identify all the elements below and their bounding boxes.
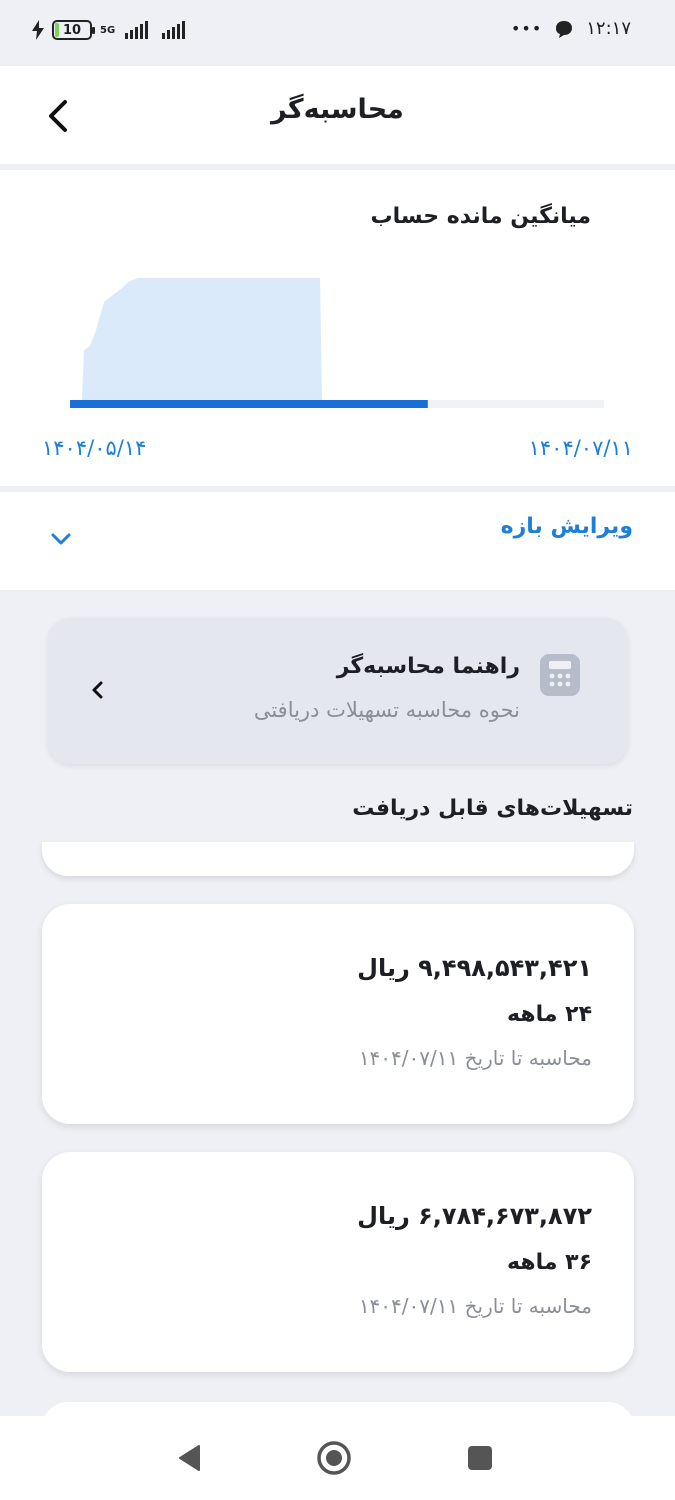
balance-area xyxy=(82,278,322,400)
recents-square-icon xyxy=(468,1446,492,1470)
network-type: 5G xyxy=(100,24,116,36)
guide-subtitle: نحوه محاسبه تسهیلات دریافتی xyxy=(253,698,520,722)
home-circle-icon xyxy=(317,1441,351,1475)
status-left: 10 5G xyxy=(32,20,186,40)
battery-fill xyxy=(55,23,59,37)
loan-card[interactable]: ۹,۴۹۸,۵۴۳,۴۲۱ ریال ۲۴ ماهه محاسبه تا تار… xyxy=(42,904,634,1124)
battery-level: 10 xyxy=(62,22,82,38)
signal-icon xyxy=(125,21,149,39)
loan-amount: ۹,۴۹۸,۵۴۳,۴۲۱ ریال xyxy=(357,954,592,982)
signal-icon xyxy=(162,21,186,39)
edit-range-label[interactable]: ویرایش بازه xyxy=(501,514,633,539)
loan-calc-note: محاسبه تا تاریخ ۱۴۰۴/۰۷/۱۱ xyxy=(358,1294,592,1318)
status-bar: 10 5G ••• ۱۲:۱۷ xyxy=(0,0,675,66)
loan-term: ۳۶ ماهه xyxy=(507,1250,592,1275)
nav-back-button[interactable] xyxy=(170,1438,210,1478)
calculator-icon xyxy=(540,654,580,696)
more-dots-icon: ••• xyxy=(510,19,543,38)
system-nav-bar xyxy=(0,1416,675,1500)
start-date: ۱۴۰۴/۰۵/۱۴ xyxy=(42,436,147,460)
list-item[interactable] xyxy=(42,842,634,876)
message-icon xyxy=(556,20,573,38)
end-date: ۱۴۰۴/۰۷/۱۱ xyxy=(528,436,633,460)
loan-amount: ۶,۷۸۴,۶۷۳,۸۷۲ ریال xyxy=(357,1202,592,1230)
loan-calc-note: محاسبه تا تاریخ ۱۴۰۴/۰۷/۱۱ xyxy=(358,1046,592,1070)
status-right: ••• ۱۲:۱۷ xyxy=(511,18,631,39)
range-selected-bar[interactable] xyxy=(70,400,428,408)
chevron-left-icon[interactable] xyxy=(84,676,112,704)
charging-icon xyxy=(32,20,44,40)
chevron-down-icon[interactable] xyxy=(46,524,76,554)
clock: ۱۲:۱۷ xyxy=(586,18,631,39)
page-title: محاسبه‌گر xyxy=(271,94,404,125)
nav-recents-button[interactable] xyxy=(460,1438,500,1478)
loan-card[interactable]: ۶,۷۸۴,۶۷۳,۸۷۲ ریال ۳۶ ماهه محاسبه تا تار… xyxy=(42,1152,634,1372)
back-triangle-icon xyxy=(179,1445,200,1471)
loans-section-title: تسهیلات‌های قابل دریافت xyxy=(352,796,633,821)
app-header: محاسبه‌گر xyxy=(0,66,675,164)
nav-home-button[interactable] xyxy=(314,1438,354,1478)
battery-icon: 10 xyxy=(52,20,95,40)
edit-range-row[interactable]: ویرایش بازه xyxy=(0,492,675,590)
calculator-guide-card[interactable]: راهنما محاسبه‌گر نحوه محاسبه تسهیلات دری… xyxy=(48,618,628,764)
loan-term: ۲۴ ماهه xyxy=(507,1002,592,1027)
balance-chart-card: میانگین مانده حساب ۱۴۰۴/۰۵/۱۴ ۱۴۰۴/۰۷/۱۱ xyxy=(0,170,675,486)
guide-title: راهنما محاسبه‌گر xyxy=(336,654,520,679)
